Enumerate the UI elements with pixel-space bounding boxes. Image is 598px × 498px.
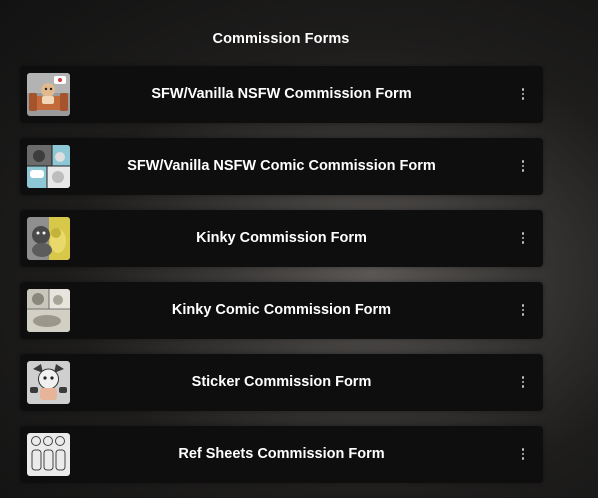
more-vertical-icon[interactable] <box>514 299 532 321</box>
ref-sheet-image <box>27 433 70 476</box>
link-title: SFW/Vanilla NSFW Comic Commission Form <box>127 158 436 174</box>
link-card-sticker-commission[interactable]: Sticker Commission Form <box>20 354 543 411</box>
more-vertical-icon[interactable] <box>514 155 532 177</box>
link-title: Sticker Commission Form <box>191 374 372 390</box>
more-vertical-icon[interactable] <box>514 227 532 249</box>
link-card-sfw-commission[interactable]: SFW/Vanilla NSFW Commission Form <box>20 66 543 123</box>
link-card-kinky-comic-commission[interactable]: Kinky Comic Commission Form <box>20 282 543 339</box>
comic-sketch-image <box>27 289 70 332</box>
link-list: SFW/Vanilla NSFW Commission Form SFW/Van… <box>20 66 543 498</box>
link-title: Ref Sheets Commission Form <box>178 446 385 462</box>
link-title: SFW/Vanilla NSFW Commission Form <box>151 86 412 102</box>
more-vertical-icon[interactable] <box>514 83 532 105</box>
more-vertical-icon[interactable] <box>514 371 532 393</box>
link-title: Kinky Commission Form <box>196 230 367 246</box>
more-vertical-icon[interactable] <box>514 443 532 465</box>
character-on-couch-image <box>27 73 70 116</box>
link-card-sfw-comic-commission[interactable]: SFW/Vanilla NSFW Comic Commission Form <box>20 138 543 195</box>
creatures-yellow-image <box>27 217 70 260</box>
link-card-ref-sheets-commission[interactable]: Ref Sheets Commission Form <box>20 426 543 483</box>
page-title: Commission Forms <box>212 31 350 47</box>
sticker-character-image <box>27 361 70 404</box>
link-card-kinky-commission[interactable]: Kinky Commission Form <box>20 210 543 267</box>
link-title: Kinky Comic Commission Form <box>171 302 392 318</box>
comic-panels-image <box>27 145 70 188</box>
